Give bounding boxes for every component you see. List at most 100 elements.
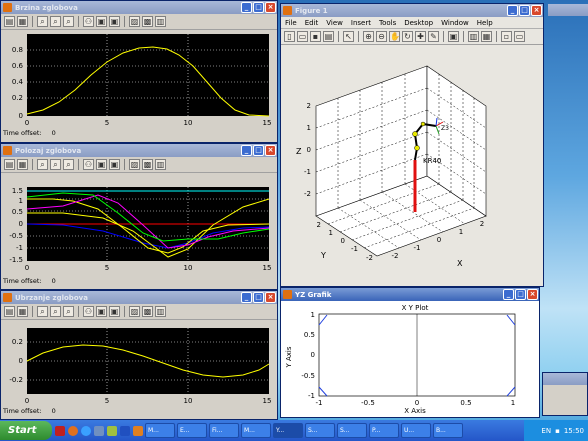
parameters-icon[interactable]: ▦ — [17, 16, 28, 27]
zoom-icon[interactable]: ⌕ — [37, 16, 48, 27]
close-button[interactable]: × — [527, 289, 538, 300]
lock-axes-icon[interactable]: ▩ — [142, 159, 153, 170]
show-tools-icon[interactable]: ▭ — [514, 31, 525, 42]
save-axes-icon[interactable]: ▣ — [96, 16, 107, 27]
zoom-icon[interactable]: ⌕ — [37, 159, 48, 170]
autoscale-icon[interactable]: ⚇ — [83, 159, 94, 170]
zoom-in-icon[interactable]: ⊕ — [363, 31, 374, 42]
scope-window-velocity[interactable]: Brzina zglobova _ □ × ▤ ▦ ⌕ ⌕ ⌕ ⚇ ▣ ▣ ▨ ▩ … — [0, 0, 278, 143]
minimize-button[interactable]: _ — [241, 292, 252, 303]
network-icon[interactable]: ▪ — [555, 427, 560, 435]
zoom-x-icon[interactable]: ⌕ — [50, 306, 61, 317]
print-icon[interactable]: ▤ — [4, 159, 15, 170]
lock-axes-icon[interactable]: ▩ — [142, 306, 153, 317]
colorbar-icon[interactable]: ▥ — [468, 31, 479, 42]
maximize-button[interactable]: □ — [253, 292, 264, 303]
floating-scope-icon[interactable]: ▨ — [129, 306, 140, 317]
print-icon[interactable]: ▤ — [323, 31, 334, 42]
title-bar[interactable]: Polozaj zglobova _ □ × — [1, 144, 277, 157]
title-bar[interactable]: YZ Grafik _ □ × — [281, 288, 539, 301]
floating-scope-icon[interactable]: ▨ — [129, 16, 140, 27]
link-plot-icon[interactable]: ▣ — [448, 31, 459, 42]
floating-scope-icon[interactable]: ▨ — [129, 159, 140, 170]
close-button[interactable]: × — [265, 145, 276, 156]
word-icon[interactable] — [120, 425, 130, 436]
zoom-icon[interactable]: ⌕ — [37, 306, 48, 317]
desktop-icon[interactable] — [94, 425, 104, 436]
signal-selection-icon[interactable]: ▥ — [155, 159, 166, 170]
save-icon[interactable]: ▪ — [310, 31, 321, 42]
restore-axes-icon[interactable]: ▣ — [109, 159, 120, 170]
minimize-button[interactable]: _ — [503, 289, 514, 300]
zoom-y-icon[interactable]: ⌕ — [63, 159, 74, 170]
edit-plot-icon[interactable]: ↖ — [343, 31, 354, 42]
menu-view[interactable]: View — [326, 19, 343, 27]
matlab-icon[interactable] — [133, 425, 143, 436]
minimize-button[interactable]: _ — [241, 145, 252, 156]
pan-icon[interactable]: ✋ — [389, 31, 400, 42]
new-figure-icon[interactable]: ▯ — [284, 31, 295, 42]
close-button[interactable]: × — [531, 5, 542, 16]
autoscale-icon[interactable]: ⚇ — [83, 16, 94, 27]
task-button[interactable]: S... — [337, 423, 367, 438]
firefox-icon[interactable] — [68, 425, 78, 436]
open-icon[interactable]: ▭ — [297, 31, 308, 42]
figure-window[interactable]: Figure 1 _ □ × File Edit View Insert Tools… — [280, 3, 544, 287]
menu-tools[interactable]: Tools — [379, 19, 396, 27]
yz-graph-window[interactable]: YZ Grafik _ □ × X Y Plot 1 0.5 0 -0.5 -1 -… — [280, 287, 540, 418]
zoom-out-icon[interactable]: ⊖ — [376, 31, 387, 42]
task-button[interactable]: E... — [177, 423, 207, 438]
close-button[interactable]: × — [265, 292, 276, 303]
task-button[interactable]: Y... — [273, 423, 303, 438]
task-button[interactable]: B... — [433, 423, 463, 438]
parameters-icon[interactable]: ▦ — [17, 306, 28, 317]
start-button[interactable]: Start — [0, 421, 52, 440]
task-button[interactable]: U... — [401, 423, 431, 438]
zoom-y-icon[interactable]: ⌕ — [63, 16, 74, 27]
minimize-button[interactable]: _ — [241, 2, 252, 13]
menu-edit[interactable]: Edit — [305, 19, 319, 27]
task-button[interactable]: M... — [241, 423, 271, 438]
scope-window-acceleration[interactable]: Ubrzanje zglobova _ □ × ▤ ▦ ⌕ ⌕ ⌕ ⚇ ▣ ▣ ▨ … — [0, 290, 278, 420]
save-axes-icon[interactable]: ▣ — [96, 306, 107, 317]
task-button[interactable]: S... — [305, 423, 335, 438]
title-bar[interactable]: Figure 1 _ □ × — [281, 4, 543, 17]
print-icon[interactable]: ▤ — [4, 16, 15, 27]
autoscale-icon[interactable]: ⚇ — [83, 306, 94, 317]
restore-axes-icon[interactable]: ▣ — [109, 306, 120, 317]
close-button[interactable]: × — [265, 2, 276, 13]
signal-selection-icon[interactable]: ▥ — [155, 16, 166, 27]
menu-insert[interactable]: Insert — [351, 19, 371, 27]
media-icon[interactable] — [107, 425, 117, 436]
acrobat-icon[interactable] — [55, 425, 65, 436]
rotate-3d-icon[interactable]: ↻ — [402, 31, 413, 42]
menu-window[interactable]: Window — [441, 19, 469, 27]
menu-file[interactable]: File — [285, 19, 297, 27]
data-cursor-icon[interactable]: ✚ — [415, 31, 426, 42]
background-window-fragment[interactable] — [548, 4, 588, 16]
signal-selection-icon[interactable]: ▥ — [155, 306, 166, 317]
legend-icon[interactable]: ▦ — [481, 31, 492, 42]
maximize-button[interactable]: □ — [515, 289, 526, 300]
parameters-icon[interactable]: ▦ — [17, 159, 28, 170]
save-axes-icon[interactable]: ▣ — [96, 159, 107, 170]
print-icon[interactable]: ▤ — [4, 306, 15, 317]
clock[interactable]: 15:50 — [564, 427, 584, 435]
zoom-x-icon[interactable]: ⌕ — [50, 16, 61, 27]
maximize-button[interactable]: □ — [253, 2, 264, 13]
title-bar[interactable]: Ubrzanje zglobova _ □ × — [1, 291, 277, 304]
ie-icon[interactable] — [81, 425, 91, 436]
maximize-button[interactable]: □ — [253, 145, 264, 156]
lock-axes-icon[interactable]: ▩ — [142, 16, 153, 27]
minimize-button[interactable]: _ — [507, 5, 518, 16]
zoom-x-icon[interactable]: ⌕ — [50, 159, 61, 170]
language-indicator[interactable]: EN — [541, 427, 551, 435]
hide-tools-icon[interactable]: ▫ — [501, 31, 512, 42]
zoom-y-icon[interactable]: ⌕ — [63, 306, 74, 317]
menu-desktop[interactable]: Desktop — [404, 19, 433, 27]
title-bar[interactable]: Brzina zglobova _ □ × — [1, 1, 277, 14]
task-button[interactable]: Fi... — [209, 423, 239, 438]
menu-help[interactable]: Help — [477, 19, 493, 27]
brush-icon[interactable]: ✎ — [428, 31, 439, 42]
task-button[interactable]: P... — [369, 423, 399, 438]
